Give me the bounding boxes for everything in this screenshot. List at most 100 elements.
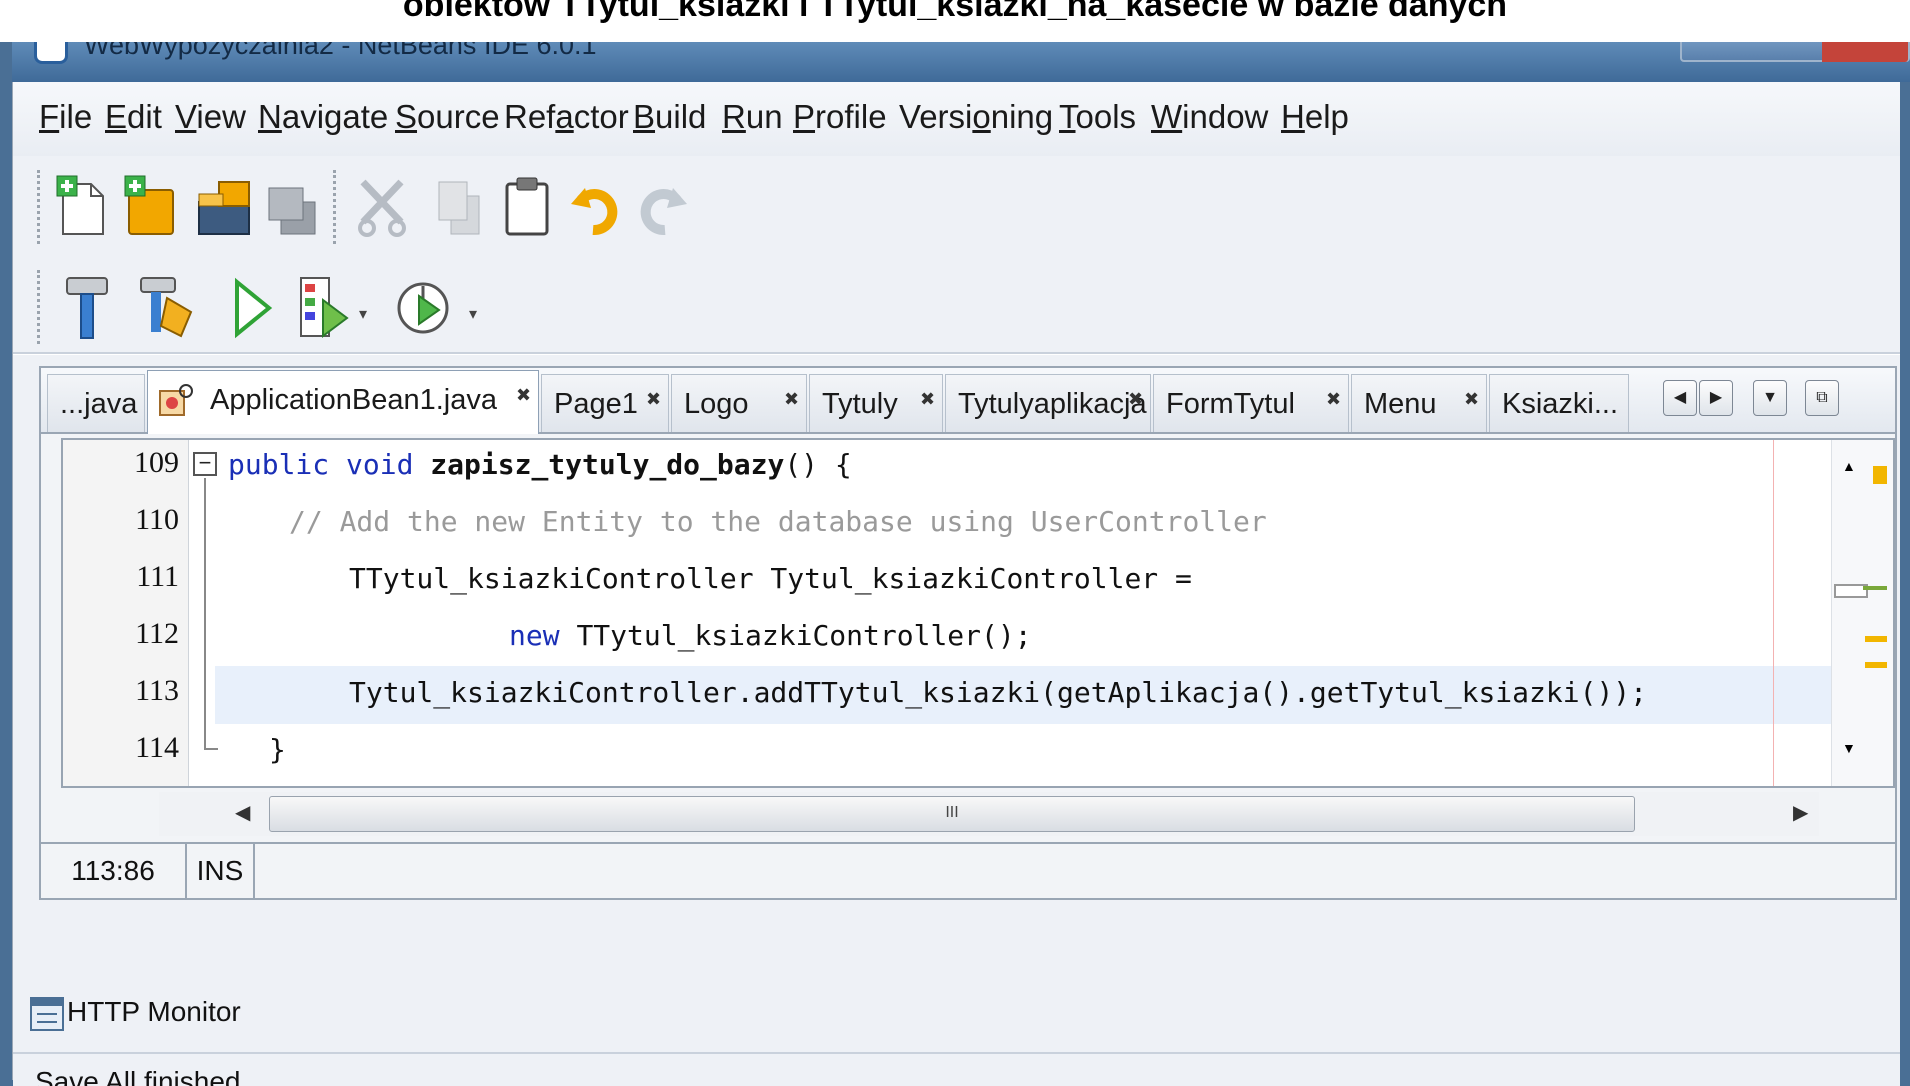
- copy-icon: [438, 181, 480, 235]
- warning-marker[interactable]: [1873, 466, 1887, 484]
- scrollbar-thumb[interactable]: III: [269, 796, 1635, 832]
- close-tab-icon[interactable]: ✖: [784, 389, 799, 410]
- code-line-113: Tytul_ksiazkiController.addTTytul_ksiazk…: [349, 676, 1648, 709]
- scroll-tabs-left-button[interactable]: ◀: [1663, 380, 1697, 416]
- tab-tytulyaplikacja[interactable]: Tytulyaplikacja ✖: [945, 374, 1151, 432]
- debug-icon: [300, 277, 349, 338]
- menu-versioning[interactable]: Versioning: [899, 98, 1053, 136]
- scroll-left-icon[interactable]: ◀: [235, 800, 250, 825]
- menu-profile[interactable]: Profile: [793, 98, 887, 136]
- scroll-down-icon[interactable]: ▼: [1842, 740, 1856, 756]
- insert-mode[interactable]: INS: [187, 844, 255, 898]
- menu-navigate[interactable]: Navigate: [258, 98, 388, 136]
- menu-tools[interactable]: Tools: [1059, 98, 1136, 136]
- fold-collapse-icon[interactable]: −: [193, 452, 217, 476]
- error-stripe[interactable]: ▲ ▼: [1831, 440, 1893, 786]
- save-all-button[interactable]: [263, 174, 319, 240]
- close-tab-icon[interactable]: ✖: [1464, 389, 1479, 410]
- clean-build-button[interactable]: [137, 272, 193, 338]
- close-tab-icon[interactable]: ✖: [646, 389, 661, 410]
- new-project-button[interactable]: [121, 174, 177, 240]
- restore-window-button[interactable]: ⧉: [1805, 380, 1839, 416]
- tab-logo[interactable]: Logo ✖: [671, 374, 807, 432]
- fold-end: [204, 748, 218, 750]
- menu-bar: File Edit View Navigate Source Refactor …: [13, 82, 1900, 156]
- line-number: 110: [135, 503, 179, 536]
- debug-dropdown-arrow[interactable]: ▾: [359, 304, 367, 324]
- tab-ksiazki[interactable]: Ksiazki...: [1489, 374, 1629, 432]
- copy-button[interactable]: [431, 174, 487, 240]
- change-marker[interactable]: [1863, 586, 1887, 590]
- code-line-114: }: [269, 733, 286, 766]
- scroll-up-icon[interactable]: ▲: [1842, 458, 1856, 474]
- profile-button[interactable]: [395, 272, 451, 338]
- menu-build[interactable]: Build: [633, 98, 706, 136]
- editor-tab-bar: ...java ApplicationBean1.java ✖ Page1 ✖ L…: [41, 368, 1895, 434]
- clean-build-icon: [140, 277, 193, 338]
- menu-refactor[interactable]: Refactor: [504, 98, 629, 136]
- right-margin-line: [1773, 440, 1774, 786]
- http-monitor-label: HTTP Monitor: [67, 996, 241, 1027]
- build-button[interactable]: [61, 272, 117, 339]
- profile-dropdown-arrow[interactable]: ▾: [469, 304, 477, 324]
- close-tab-icon[interactable]: ✖: [1128, 389, 1143, 410]
- menu-help[interactable]: Help: [1281, 98, 1349, 136]
- code-editor[interactable]: 109 110 111 112 113 114 − public void za…: [61, 438, 1895, 788]
- menu-file[interactable]: File: [39, 98, 92, 136]
- cut-button[interactable]: [353, 174, 409, 240]
- tab-menu[interactable]: Menu ✖: [1351, 374, 1487, 432]
- cursor-position: 113:86: [41, 844, 187, 898]
- close-tab-icon[interactable]: ✖: [920, 389, 935, 410]
- tab-applicationbean1[interactable]: ApplicationBean1.java ✖: [147, 370, 539, 434]
- slide-caption-text: obiektów TTytul_ksiazki i TTytul_ksiazki…: [402, 0, 1508, 24]
- undo-button[interactable]: [567, 174, 623, 240]
- occurrence-marker[interactable]: [1865, 662, 1887, 668]
- code-line-109: public void zapisz_tytuly_do_bazy() {: [228, 448, 852, 481]
- close-window-button[interactable]: [1822, 42, 1908, 62]
- undo-icon: [571, 188, 618, 236]
- horizontal-scrollbar[interactable]: ◀ III ▶: [159, 792, 1819, 836]
- paste-button[interactable]: [499, 174, 555, 240]
- close-tab-icon[interactable]: ✖: [516, 385, 531, 406]
- window-controls[interactable]: [1680, 42, 1910, 62]
- tab-overflow-left[interactable]: ...java: [47, 374, 145, 432]
- ide-window: WebWypozyczalnia2 - NetBeans IDE 6.0.1 F…: [0, 42, 1910, 1086]
- fold-guide: [204, 478, 206, 750]
- line-number: 114: [135, 731, 179, 764]
- save-all-icon: [268, 187, 316, 235]
- build-icon: [66, 277, 108, 339]
- slide-caption: obiektów TTytul_ksiazki i TTytul_ksiazki…: [0, 0, 1910, 42]
- ide-frame: File Edit View Navigate Source Refactor …: [12, 82, 1900, 1086]
- scroll-tabs-right-button[interactable]: ▶: [1699, 380, 1733, 416]
- tab-tytuly[interactable]: Tytuly ✖: [809, 374, 943, 432]
- http-monitor-tab[interactable]: HTTP Monitor: [23, 982, 323, 1042]
- open-project-button[interactable]: [193, 174, 250, 240]
- status-bar: Save All finished.: [13, 1052, 1900, 1086]
- close-tab-icon[interactable]: ✖: [1326, 389, 1341, 410]
- paste-icon: [505, 177, 549, 236]
- title-bar: WebWypozyczalnia2 - NetBeans IDE 6.0.1: [12, 42, 1910, 82]
- line-number-gutter: 109 110 111 112 113 114: [63, 440, 189, 786]
- code-line-111: TTytul_ksiazkiController Tytul_ksiazkiCo…: [349, 562, 1192, 595]
- menu-source[interactable]: Source: [395, 98, 500, 136]
- menu-window[interactable]: Window: [1151, 98, 1268, 136]
- menu-edit[interactable]: Edit: [105, 98, 162, 136]
- editor-status-row: 113:86 INS: [41, 842, 1895, 898]
- tab-page1[interactable]: Page1 ✖: [541, 374, 669, 432]
- status-message: Save All finished.: [35, 1066, 249, 1086]
- redo-button[interactable]: [635, 174, 691, 240]
- menu-run[interactable]: Run: [722, 98, 783, 136]
- line-number: 113: [135, 674, 179, 707]
- run-button[interactable]: [227, 272, 283, 339]
- new-file-button[interactable]: [53, 174, 109, 240]
- toolbar-grip-2[interactable]: [37, 270, 40, 344]
- tab-formtytul[interactable]: FormTytul ✖: [1153, 374, 1349, 432]
- debug-button[interactable]: [297, 272, 353, 338]
- menu-view[interactable]: View: [175, 98, 246, 136]
- occurrence-marker[interactable]: [1865, 636, 1887, 642]
- tab-list-dropdown-button[interactable]: ▼: [1753, 380, 1787, 416]
- scroll-right-icon[interactable]: ▶: [1793, 800, 1808, 825]
- toolbar-grip[interactable]: [37, 170, 40, 244]
- cut-icon: [358, 179, 406, 237]
- http-monitor-icon: [30, 997, 64, 1031]
